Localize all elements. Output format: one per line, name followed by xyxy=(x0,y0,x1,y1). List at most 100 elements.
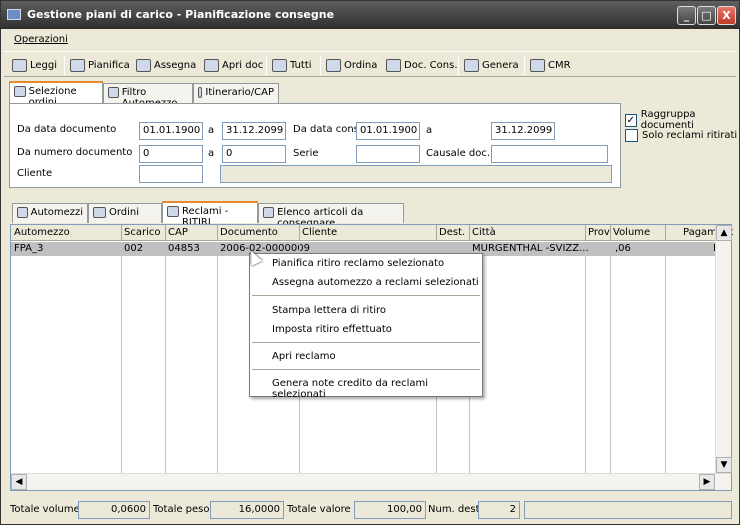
da-numero-field[interactable]: 0 xyxy=(139,145,203,163)
cell-scarico: 002 xyxy=(124,243,144,254)
tab-filtro-automezzo[interactable]: Filtro Automezzo xyxy=(103,83,193,109)
menu-separator xyxy=(252,369,480,370)
ordina-label: Ordina xyxy=(344,59,378,71)
row-divider xyxy=(665,242,666,474)
col-divider xyxy=(436,225,437,241)
box-icon xyxy=(263,207,275,218)
da-data-cons-field[interactable]: 01.01.1900 xyxy=(356,122,420,140)
col-cap[interactable]: CAP xyxy=(168,227,188,238)
maximize-button[interactable]: □ xyxy=(697,6,716,25)
menu-bar: Operazioni xyxy=(4,31,736,49)
row-divider xyxy=(585,242,586,474)
col-documento[interactable]: Documento xyxy=(220,227,278,238)
genera-button[interactable]: Genera xyxy=(464,56,519,74)
col-cliente[interactable]: Cliente xyxy=(302,227,337,238)
close-button[interactable]: X xyxy=(717,6,736,25)
solo-reclami-label: Solo reclami ritirati xyxy=(642,130,738,141)
tab-label: Automezzi xyxy=(30,207,83,218)
menu-item-imposta-ritiro[interactable]: Imposta ritiro effettuato xyxy=(272,324,392,335)
num-dest-label: Num. dest. xyxy=(428,504,483,515)
exchange-icon xyxy=(167,206,179,217)
toolbar-separator xyxy=(320,55,321,75)
scroll-left-icon[interactable]: ◀ xyxy=(11,474,27,490)
scroll-right-icon[interactable]: ▶ xyxy=(699,474,715,490)
serie-field[interactable] xyxy=(356,145,420,163)
menu-item-assegna-automezzo[interactable]: Assegna automezzo a reclami selezionati xyxy=(272,277,479,288)
da-data-documento-label: Da data documento xyxy=(17,124,117,135)
a-numero-field[interactable]: 0 xyxy=(222,145,286,163)
scroll-up-icon[interactable]: ▲ xyxy=(716,225,732,241)
tab-automezzi[interactable]: Automezzi xyxy=(12,203,88,223)
menu-item-apri-reclamo[interactable]: Apri reclamo xyxy=(272,351,336,362)
sort-icon xyxy=(326,58,341,72)
menu-item-genera-note-credito[interactable]: Genera note credito da reclami seleziona… xyxy=(272,378,482,400)
toolbar-separator xyxy=(458,55,459,75)
context-menu: Pianifica ritiro reclamo selezionato Ass… xyxy=(249,253,483,400)
raggruppa-checkbox[interactable]: ✓ Raggruppa documenti xyxy=(625,109,739,131)
col-automezzo[interactable]: Automezzo xyxy=(14,227,70,238)
minimize-button[interactable]: _ xyxy=(677,6,696,25)
row-divider xyxy=(217,242,218,474)
truck-icon xyxy=(272,58,287,72)
tutti-button[interactable]: Tutti xyxy=(272,56,312,74)
list-icon xyxy=(386,58,401,72)
application-window: Gestione piani di carico - Pianificazion… xyxy=(0,0,740,525)
title-bar: Gestione piani di carico - Pianificazion… xyxy=(1,1,739,29)
vertical-scrollbar[interactable]: ▲ ▼ xyxy=(715,225,732,473)
filter-icon xyxy=(14,86,26,97)
assign-icon xyxy=(136,58,151,72)
causale-field[interactable] xyxy=(491,145,608,163)
col-dest[interactable]: Dest. xyxy=(439,227,465,238)
a-label: a xyxy=(208,148,215,159)
totale-peso-label: Totale peso xyxy=(153,504,210,515)
cliente-name-field xyxy=(220,165,612,183)
col-divider xyxy=(217,225,218,241)
tab-elenco-articoli[interactable]: Elenco articoli da consegnare xyxy=(258,203,404,229)
menu-operazioni[interactable]: Operazioni xyxy=(14,34,68,45)
filter-panel: Da data documento 01.01.1900 a 31.12.209… xyxy=(9,103,621,188)
genera-label: Genera xyxy=(482,59,519,71)
tab-ordini[interactable]: Ordini xyxy=(88,203,162,223)
assegna-label: Assegna xyxy=(154,59,197,71)
solo-reclami-checkbox[interactable]: Solo reclami ritirati xyxy=(625,129,737,142)
col-volume[interactable]: Volume xyxy=(613,227,650,238)
cmr-button[interactable]: CMR xyxy=(530,56,571,74)
menu-separator xyxy=(252,295,480,296)
tab-selezione-ordini[interactable]: Selezione ordini xyxy=(9,81,103,108)
a-data-documento-field[interactable]: 31.12.2099 xyxy=(222,122,286,140)
cell-volume: ,06 xyxy=(615,243,631,254)
plan-icon xyxy=(70,58,85,72)
cliente-code-field[interactable] xyxy=(139,165,203,183)
col-divider xyxy=(121,225,122,241)
cell-automezzo: FPA_3 xyxy=(14,243,44,254)
menu-item-stampa-lettera[interactable]: Stampa lettera di ritiro xyxy=(272,305,386,316)
filter-tabs: Selezione ordini Filtro Automezzo Itiner… xyxy=(9,81,609,109)
a-data-cons-field[interactable]: 31.12.2099 xyxy=(491,122,555,140)
menu-item-pianifica-ritiro[interactable]: Pianifica ritiro reclamo selezionato xyxy=(272,258,444,269)
window-title: Gestione piani di carico - Pianificazion… xyxy=(27,8,335,21)
da-data-documento-field[interactable]: 01.01.1900 xyxy=(139,122,203,140)
doc-cons-button[interactable]: Doc. Cons. xyxy=(386,56,458,74)
col-divider xyxy=(610,225,611,241)
pianifica-label: Pianifica xyxy=(88,59,130,71)
horizontal-scrollbar[interactable]: ◀ ▶ xyxy=(11,473,731,490)
col-citta[interactable]: Città xyxy=(472,227,496,238)
route-icon xyxy=(198,87,203,98)
checkbox-box xyxy=(625,129,638,142)
col-scarico[interactable]: Scarico xyxy=(124,227,160,238)
totale-valore-label: Totale valore xyxy=(287,504,351,515)
apri-doc-button[interactable]: Apri doc xyxy=(204,56,263,74)
scroll-down-icon[interactable]: ▼ xyxy=(716,457,732,473)
col-divider xyxy=(469,225,470,241)
pianifica-button[interactable]: Pianifica xyxy=(70,56,130,74)
ordina-button[interactable]: Ordina xyxy=(326,56,377,74)
toolbar-separator xyxy=(266,55,267,75)
tab-itinerario-cap[interactable]: Itinerario/CAP xyxy=(193,83,279,103)
tab-reclami-ritiri[interactable]: Reclami - RITIRI xyxy=(162,201,258,228)
assegna-button[interactable]: Assegna xyxy=(136,56,196,74)
tab-label: Ordini xyxy=(109,207,140,218)
col-prov[interactable]: Prov xyxy=(588,227,610,238)
row-divider xyxy=(165,242,166,474)
apri-doc-label: Apri doc xyxy=(222,59,264,71)
leggi-button[interactable]: Leggi xyxy=(12,56,57,74)
